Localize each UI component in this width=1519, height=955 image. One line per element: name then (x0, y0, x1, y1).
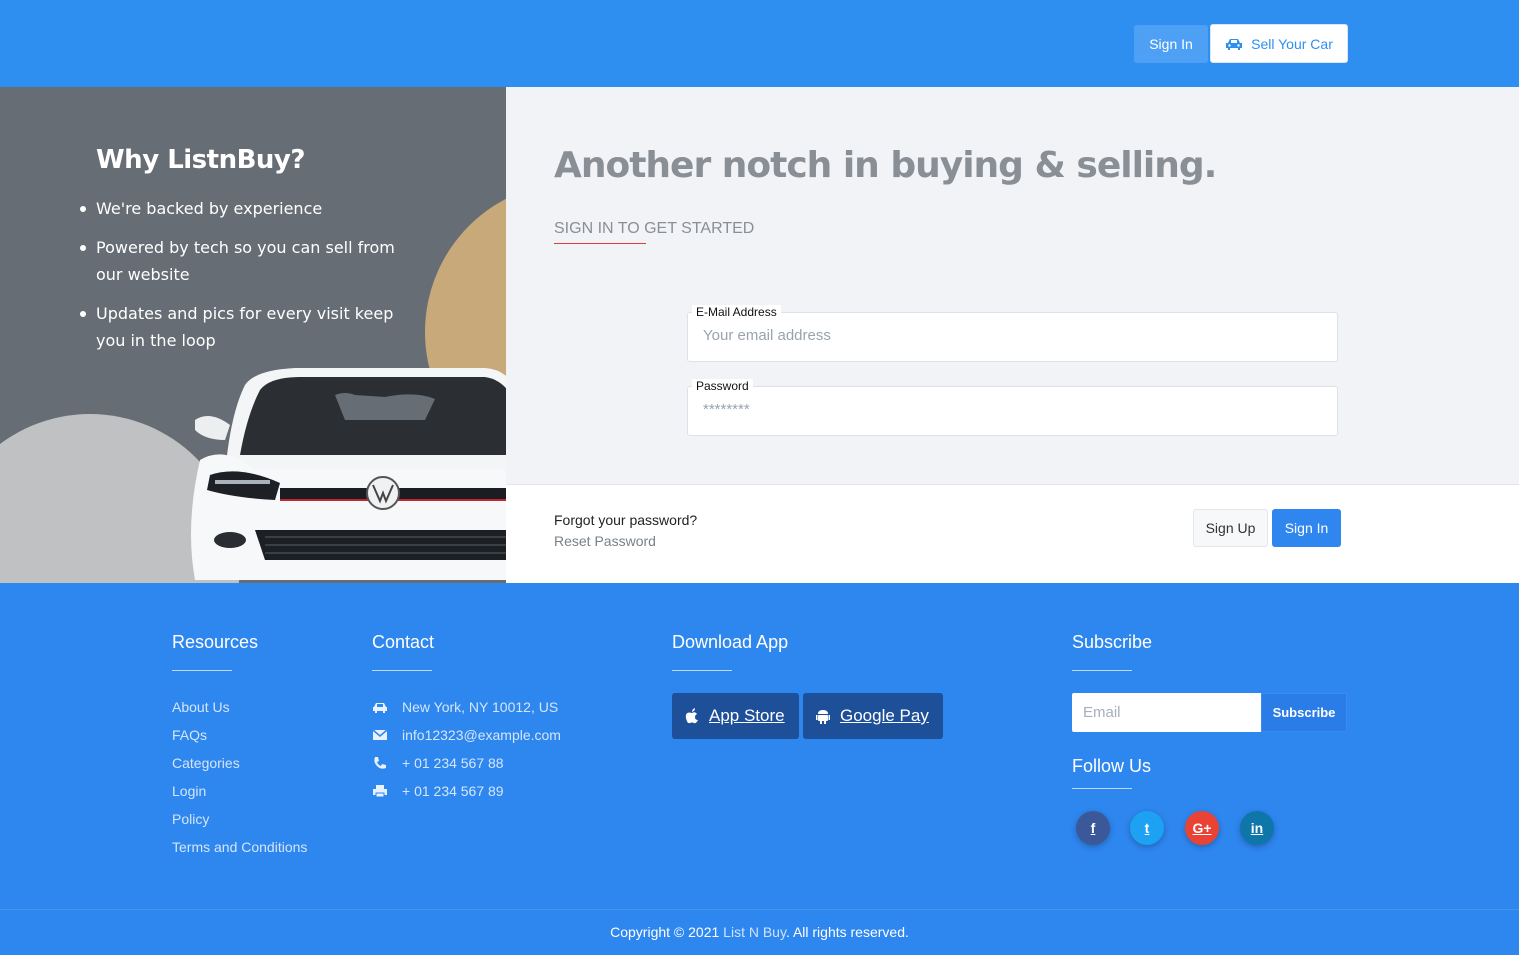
signin-button[interactable]: Sign In (1272, 509, 1341, 547)
copyright-suffix: . All rights reserved. (785, 924, 909, 940)
linkedin-icon[interactable]: in (1240, 811, 1274, 845)
copyright-prefix: Copyright © 2021 (610, 924, 724, 940)
contact-email-text: info12323@example.com (402, 727, 561, 743)
footer-link-faqs[interactable]: FAQs (172, 725, 307, 753)
contact-address-text: New York, NY 10012, US (402, 699, 559, 715)
copyright-text: Copyright © 2021 List N Buy. All rights … (0, 924, 1519, 940)
contact-address: New York, NY 10012, US (372, 697, 561, 725)
sell-your-car-button[interactable]: Sell Your Car (1210, 24, 1348, 63)
google-plus-icon[interactable]: G+ (1185, 811, 1219, 845)
contact-list: New York, NY 10012, US info12323@example… (372, 697, 561, 809)
top-navbar: Sign In Sell Your Car (0, 0, 1519, 87)
copyright-brand-link[interactable]: List N Buy (723, 924, 786, 940)
page-headline: Another notch in buying & selling. (554, 145, 1217, 186)
download-app-title: Download App (672, 632, 789, 652)
footer-link-policy[interactable]: Policy (172, 809, 307, 837)
password-input[interactable] (703, 401, 1323, 418)
subscribe-button[interactable]: Subscribe (1261, 693, 1347, 732)
footer: Resources About Us FAQs Categories Login… (0, 583, 1519, 955)
email-label: E-Mail Address (692, 305, 781, 319)
footer-link-login[interactable]: Login (172, 781, 307, 809)
apple-icon (685, 708, 698, 724)
contact-title: Contact (372, 632, 435, 652)
email-input[interactable] (703, 327, 1323, 344)
promo-title: Why ListnBuy? (96, 145, 305, 175)
contact-phone-text: + 01 234 567 88 (402, 755, 504, 771)
subscribe-title: Subscribe (1072, 632, 1153, 652)
footer-link-about[interactable]: About Us (172, 697, 307, 725)
footer-link-categories[interactable]: Categories (172, 753, 307, 781)
signin-form-panel: Another notch in buying & selling. SIGN … (506, 87, 1519, 484)
promo-point: Updates and pics for every visit keep yo… (80, 300, 416, 354)
forgot-password-text: Forgot your password? (554, 512, 698, 528)
follow-us-title: Follow Us (1072, 756, 1152, 776)
promo-panel: Why ListnBuy? We're backed by experience… (0, 87, 506, 583)
contact-fax-text: + 01 234 567 89 (402, 783, 504, 799)
sell-your-car-label: Sell Your Car (1251, 35, 1333, 52)
password-label: Password (692, 379, 753, 393)
promo-point: We're backed by experience (80, 195, 416, 222)
contact-phone: + 01 234 567 88 (372, 753, 561, 781)
contact-underline (372, 670, 432, 671)
subscribe-underline (1072, 670, 1132, 671)
android-icon (816, 710, 830, 724)
car-icon (1226, 38, 1243, 50)
follow-us-underline (1072, 788, 1132, 789)
reset-password-link[interactable]: Reset Password (554, 533, 656, 549)
form-action-bar: Forgot your password? Reset Password Sig… (506, 484, 1519, 583)
app-store-button[interactable]: App Store (672, 693, 799, 739)
resources-title: Resources (172, 632, 259, 652)
header-signin-button[interactable]: Sign In (1134, 25, 1208, 63)
app-store-label: App Store (709, 706, 785, 725)
signup-button[interactable]: Sign Up (1193, 509, 1268, 547)
promo-point: Powered by tech so you can sell from our… (80, 234, 416, 288)
car-icon (373, 703, 387, 713)
download-app-underline (672, 670, 732, 671)
footer-divider (0, 909, 1519, 910)
contact-fax: + 01 234 567 89 (372, 781, 561, 809)
resources-underline (172, 670, 232, 671)
facebook-icon[interactable]: f (1076, 811, 1110, 845)
envelope-icon (372, 729, 388, 740)
password-field-wrapper: Password (687, 379, 1338, 436)
signin-subhead: SIGN IN TO GET STARTED (554, 220, 755, 237)
phone-icon (374, 757, 386, 769)
email-field-wrapper: E-Mail Address (687, 305, 1338, 362)
resources-links: About Us FAQs Categories Login Policy Te… (172, 697, 307, 865)
footer-link-terms[interactable]: Terms and Conditions (172, 837, 307, 865)
subscribe-email-input[interactable] (1072, 693, 1261, 732)
printer-icon (373, 785, 387, 798)
car-image (191, 368, 506, 580)
google-pay-button[interactable]: Google Pay (803, 693, 943, 739)
subhead-underline (554, 243, 646, 244)
google-pay-label: Google Pay (840, 706, 929, 725)
twitter-icon[interactable]: t (1130, 811, 1164, 845)
contact-email: info12323@example.com (372, 725, 561, 753)
promo-points: We're backed by experience Powered by te… (80, 195, 416, 366)
